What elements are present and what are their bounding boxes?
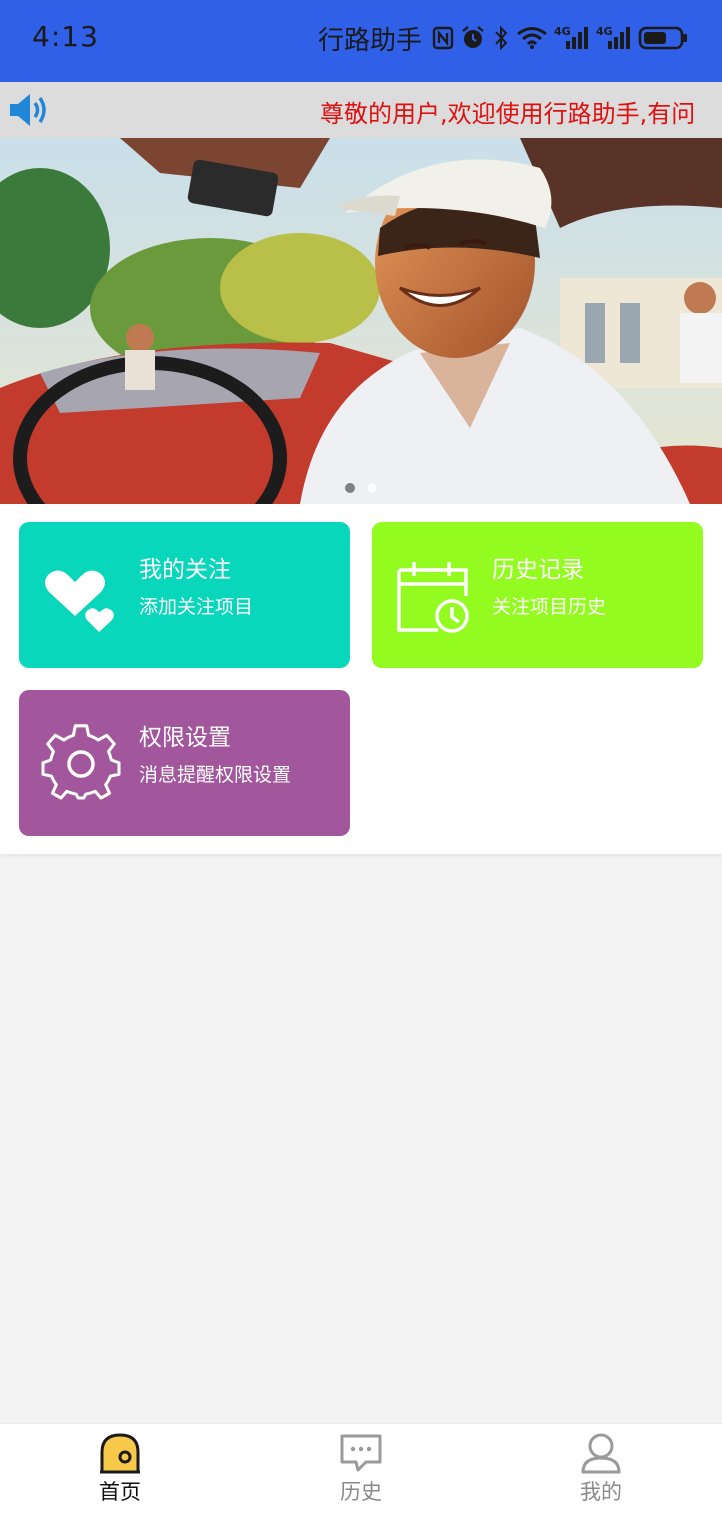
- nav-item-history[interactable]: 历史: [301, 1432, 421, 1512]
- status-app-title: 行路助手: [317, 25, 422, 56]
- banner-image: [0, 138, 722, 504]
- card-my-follow[interactable]: 我的关注 添加关注项目: [19, 522, 350, 668]
- nav-item-home[interactable]: 首页: [60, 1432, 180, 1512]
- status-icons: 行路助手 4G 4G: [318, 18, 688, 58]
- notice-bar[interactable]: 尊敬的用户,欢迎使用行路助手,有问: [0, 82, 722, 138]
- nav-label: 我的: [580, 1480, 622, 1504]
- notice-text: 尊敬的用户,欢迎使用行路助手,有问: [320, 100, 696, 128]
- home-icon: [100, 1433, 140, 1474]
- user-icon: [581, 1433, 621, 1474]
- chat-icon: [340, 1434, 382, 1472]
- signal-icon: [608, 27, 630, 49]
- nfc-icon: [432, 26, 454, 50]
- hearts-icon: [45, 570, 114, 632]
- speaker-icon: [10, 94, 46, 126]
- bluetooth-icon: [495, 25, 508, 51]
- nav-label: 历史: [340, 1480, 382, 1504]
- card-subtitle: 关注项目历史: [492, 596, 607, 618]
- card-title: 历史记录: [492, 557, 584, 583]
- status-time: 4:13: [32, 20, 99, 53]
- status-bar: 4:13 行路助手 4G 4G: [0, 0, 722, 82]
- card-title: 权限设置: [139, 725, 231, 751]
- nav-item-mine[interactable]: 我的: [541, 1432, 661, 1512]
- wifi-icon: [517, 27, 547, 49]
- nav-label: 首页: [99, 1480, 141, 1504]
- card-history[interactable]: 历史记录 关注项目历史: [372, 522, 703, 668]
- card-permission-settings[interactable]: 权限设置 消息提醒权限设置: [19, 690, 350, 836]
- signal-icon: [566, 27, 588, 49]
- bottom-nav: 首页 历史 我的: [0, 1423, 722, 1513]
- signal-1: 4G: [554, 25, 590, 51]
- calendar-clock-icon: [397, 562, 469, 633]
- feature-panel: 我的关注 添加关注项目 历史记录 关注项目历史 权限设置 消息提醒权限设置: [0, 504, 722, 854]
- banner-carousel[interactable]: [0, 138, 722, 504]
- battery-icon: [638, 26, 687, 50]
- alarm-icon: [462, 26, 484, 48]
- gear-icon: [41, 724, 121, 800]
- card-subtitle: 消息提醒权限设置: [139, 764, 292, 786]
- card-subtitle: 添加关注项目: [139, 596, 254, 618]
- signal-2: 4G: [596, 25, 632, 51]
- card-title: 我的关注: [139, 557, 231, 583]
